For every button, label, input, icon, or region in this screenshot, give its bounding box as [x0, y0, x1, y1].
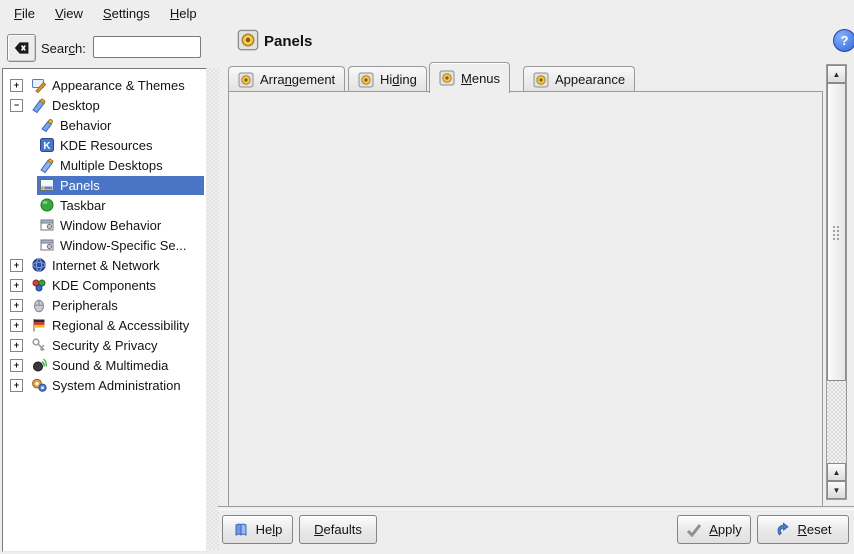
menu-view[interactable]: View	[45, 2, 93, 25]
system-administration-icon	[31, 377, 47, 393]
kde-components-icon	[31, 277, 47, 293]
internet-network-icon	[31, 257, 47, 273]
clear-search-icon	[14, 40, 30, 56]
expander-icon[interactable]: +	[10, 259, 23, 272]
tab-bar: Arrangement Hiding Menus Appearance	[228, 61, 828, 92]
kicker-icon	[238, 72, 254, 88]
window-specific-icon	[39, 237, 55, 253]
sidebar-item-panels[interactable]: Panels	[6, 175, 204, 195]
scroll-up-button[interactable]: ▲	[827, 65, 846, 83]
peripherals-icon	[31, 297, 47, 313]
help-button[interactable]: Help	[222, 515, 293, 544]
sidebar-item-regional-accessibility[interactable]: +Regional & Accessibility	[6, 315, 204, 335]
expander-icon[interactable]: +	[10, 279, 23, 292]
expander-icon[interactable]: +	[10, 339, 23, 352]
search-input[interactable]	[93, 36, 201, 58]
sidebar-item-kde-resources[interactable]: KKDE Resources	[6, 135, 204, 155]
svg-text:K: K	[43, 141, 51, 152]
expander-icon[interactable]: +	[10, 299, 23, 312]
window-behavior-icon	[39, 217, 55, 233]
thumb-grip	[832, 225, 841, 240]
regional-accessibility-icon	[31, 317, 47, 333]
kicker-icon	[439, 70, 455, 86]
sidebar-item-appearance-themes[interactable]: +Appearance & Themes	[6, 75, 204, 95]
multiple-desktops-icon	[39, 157, 55, 173]
expander-icon[interactable]: +	[10, 379, 23, 392]
taskbar-icon	[39, 197, 55, 213]
expander-icon[interactable]: −	[10, 99, 23, 112]
sound-multimedia-icon	[31, 357, 47, 373]
expander-icon[interactable]: +	[10, 319, 23, 332]
sidebar-item-taskbar[interactable]: Taskbar	[6, 195, 204, 215]
scroll-down-button[interactable]: ▼	[827, 481, 846, 499]
kicker-icon	[533, 72, 549, 88]
sidebar-item-system-administration[interactable]: +System Administration	[6, 375, 204, 395]
expander-icon[interactable]: +	[10, 79, 23, 92]
expander-icon[interactable]: +	[10, 359, 23, 372]
menu-file[interactable]: File	[4, 2, 45, 25]
splitter-handle[interactable]	[207, 68, 219, 550]
whats-this-help-button[interactable]: ?	[833, 29, 854, 52]
page-title: Panels	[264, 33, 312, 50]
panels-icon	[39, 177, 55, 193]
tab-menus[interactable]: Menus	[429, 62, 510, 93]
security-privacy-icon	[31, 337, 47, 353]
sidebar-item-desktop[interactable]: −Desktop	[6, 95, 204, 115]
apply-check-icon	[686, 522, 702, 538]
appearance-themes-icon	[31, 77, 47, 93]
vertical-scrollbar[interactable]: ▲ ▲ ▼	[826, 64, 847, 500]
menubar: File View Settings Help	[0, 0, 854, 27]
clear-search-button[interactable]	[7, 34, 36, 62]
help-book-icon	[233, 522, 249, 538]
menu-settings[interactable]: Settings	[93, 2, 160, 25]
tab-appearance[interactable]: Appearance	[523, 66, 635, 92]
defaults-button[interactable]: Defaults	[299, 515, 377, 544]
scroll-up-button-bottom[interactable]: ▲	[827, 463, 846, 481]
sidebar-item-kde-components[interactable]: +KDE Components	[6, 275, 204, 295]
sidebar-item-window-behavior[interactable]: Window Behavior	[6, 215, 204, 235]
sidebar-item-security-privacy[interactable]: +Security & Privacy	[6, 335, 204, 355]
search-label: Search:	[41, 41, 86, 56]
apply-button[interactable]: Apply	[677, 515, 751, 544]
tab-arrangement[interactable]: Arrangement	[228, 66, 345, 92]
tab-hiding[interactable]: Hiding	[348, 66, 427, 92]
desktop-icon	[31, 97, 47, 113]
panels-module-icon	[237, 29, 259, 51]
sidebar-tree: +Appearance & Themes −Desktop Behavior K…	[2, 68, 207, 552]
kde-resources-icon: K	[39, 137, 55, 153]
sidebar-item-internet-network[interactable]: +Internet & Network	[6, 255, 204, 275]
sidebar-item-window-specific[interactable]: Window-Specific Se...	[6, 235, 204, 255]
sidebar-item-peripherals[interactable]: +Peripherals	[6, 295, 204, 315]
kde-control-center-window: File View Settings Help Search: +Appeara…	[0, 0, 854, 554]
sidebar-item-multiple-desktops[interactable]: Multiple Desktops	[6, 155, 204, 175]
reset-undo-icon	[775, 522, 791, 538]
tab-content-pane	[228, 91, 823, 507]
behavior-icon	[39, 117, 55, 133]
menu-help[interactable]: Help	[160, 2, 207, 25]
kicker-icon	[358, 72, 374, 88]
sidebar-item-behavior[interactable]: Behavior	[6, 115, 204, 135]
scrollbar-thumb[interactable]	[827, 83, 846, 381]
sidebar-item-sound-multimedia[interactable]: +Sound & Multimedia	[6, 355, 204, 375]
reset-button[interactable]: Reset	[757, 515, 849, 544]
